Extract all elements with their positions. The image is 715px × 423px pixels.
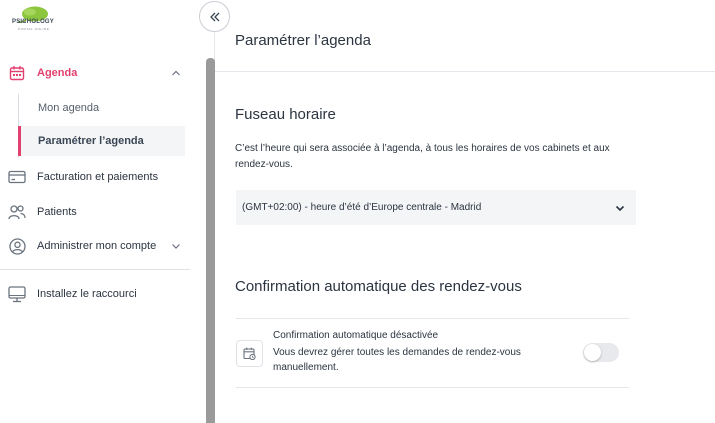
sidebar-item-label: Agenda [37,67,78,79]
calendar-clock-icon [243,347,256,360]
timezone-section-title: Fuseau horaire [235,106,336,123]
timezone-description: C’est l’heure qui sera associée à l’agen… [235,143,610,170]
chevron-down-icon [615,205,625,211]
sidebar-item-label: Patients [37,206,77,218]
confirmation-status: Confirmation automatique désactivée [273,330,439,341]
brand-name: PSICHOLOGY [12,19,55,25]
sidebar-scrollbar[interactable] [206,58,215,423]
sidebar-subitem-parametrer-agenda[interactable]: Paramétrer l’agenda [18,126,185,156]
chevron-down-icon [172,244,180,249]
sidebar-item-installer-raccourci[interactable]: Installez le raccourci [0,279,190,309]
sidebar: PSICHOLOGY PORTAL ONLINE Agenda Mon agen… [0,0,200,423]
sidebar-item-label: Installez le raccourci [37,288,137,300]
confirmation-bottom-divider [236,387,629,388]
user-circle-icon [8,237,26,255]
sidebar-subitem-mon-agenda[interactable]: Mon agenda [18,93,185,123]
collapse-sidebar-button[interactable] [199,1,230,32]
main-content: Paramétrer l’agenda Fuseau horaire C’est… [215,0,715,423]
chevron-up-icon [172,70,180,76]
sidebar-item-patients[interactable]: Patients [0,197,190,227]
page-title: Paramétrer l’agenda [235,32,371,49]
sidebar-subitem-label: Paramétrer l’agenda [38,135,144,147]
toggle-knob [584,344,601,361]
sidebar-item-facturation[interactable]: Facturation et paiements [0,162,190,192]
credit-card-icon [8,168,26,186]
sidebar-item-label: Facturation et paiements [37,171,159,183]
calendar-check-icon-box [236,340,263,367]
confirmation-top-divider [236,318,629,319]
sidebar-item-administrer-compte[interactable]: Administrer mon compte [0,231,190,261]
monitor-icon [8,285,26,303]
confirmation-description: Vous devrez gérer toutes les demandes de… [273,347,521,373]
sidebar-item-label: Administrer mon compte [37,240,157,252]
calendar-icon [8,64,26,82]
timezone-selected-value: (GMT+02:00) - heure d’été d’Europe centr… [242,202,482,213]
brand-tagline: PORTAL ONLINE [18,27,50,31]
users-icon [8,203,26,221]
timezone-select[interactable]: (GMT+02:00) - heure d’été d’Europe centr… [236,190,636,225]
header-divider [215,71,715,72]
sidebar-item-agenda[interactable]: Agenda [0,58,190,88]
double-chevron-left-icon [209,12,219,21]
sidebar-subitem-label: Mon agenda [38,102,100,114]
auto-confirmation-toggle[interactable] [583,343,619,362]
confirmation-section-title: Confirmation automatique des rendez-vous [235,278,522,295]
sidebar-divider [0,269,190,270]
